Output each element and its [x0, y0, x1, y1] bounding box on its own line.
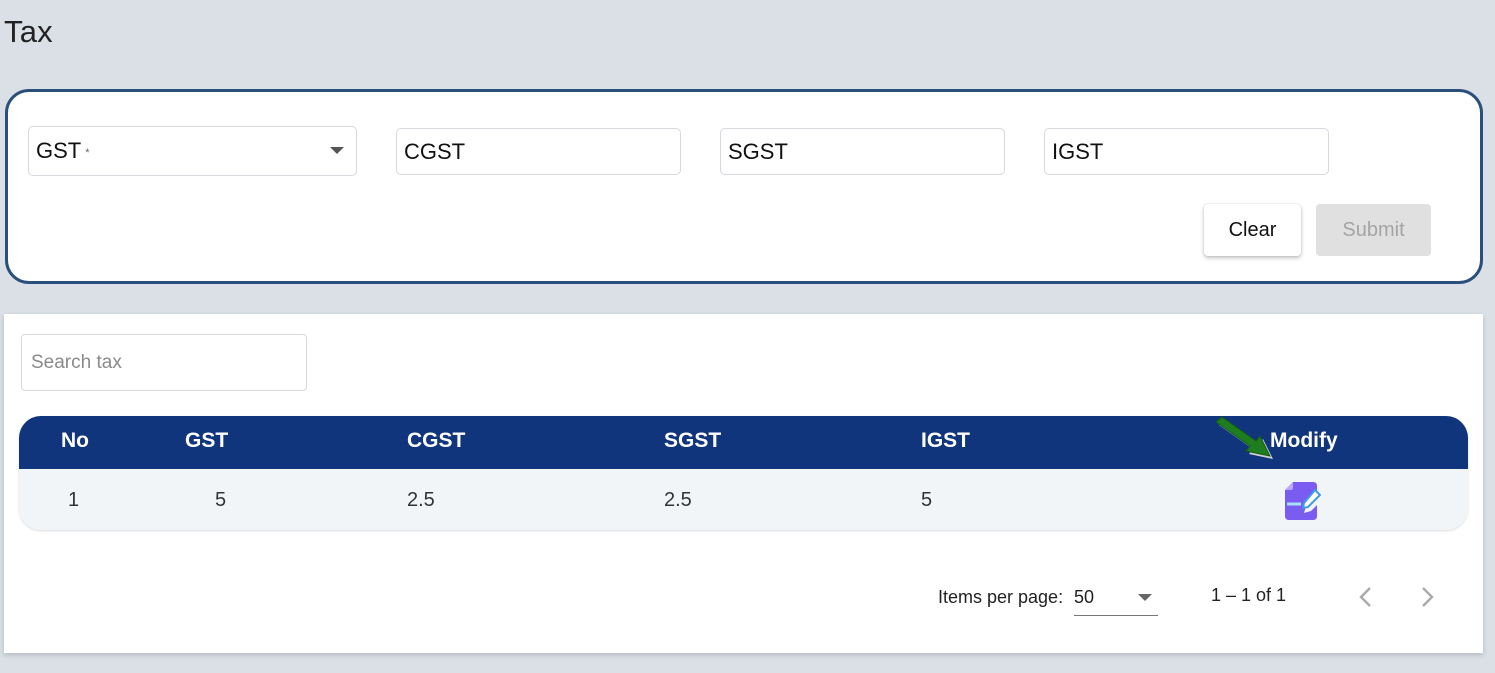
search-input-placeholder: Search tax [31, 351, 122, 373]
page-title: Tax [4, 14, 53, 49]
column-header-igst: IGST [921, 429, 971, 452]
column-header-gst: GST [185, 429, 229, 452]
submit-button[interactable]: Submit [1316, 204, 1431, 256]
cell-igst: 5 [921, 489, 933, 511]
edit-document-icon[interactable] [1285, 482, 1321, 520]
clear-button[interactable]: Clear [1204, 204, 1301, 256]
tax-form-card: GST * CGST SGST IGST Clear Submit [5, 89, 1483, 284]
chevron-down-icon [1138, 594, 1152, 601]
gst-select-label: GST [36, 138, 82, 163]
chevron-down-icon [330, 147, 344, 154]
table-row: 1 5 2.5 2.5 5 [19, 469, 1468, 530]
items-per-page-value: 50 [1074, 587, 1095, 607]
tax-table: No GST CGST SGST IGST Modify 1 5 2.5 2.5… [19, 416, 1468, 530]
items-per-page-select[interactable]: 50 [1074, 580, 1158, 616]
igst-input[interactable]: IGST [1044, 128, 1329, 175]
cell-sgst: 2.5 [664, 489, 692, 511]
cell-cgst: 2.5 [407, 489, 435, 511]
tax-list-card: Search tax No GST CGST SGST IGST Modify … [4, 314, 1483, 653]
gst-select[interactable]: GST * [28, 126, 357, 176]
next-page-button[interactable] [1410, 580, 1444, 614]
search-input[interactable]: Search tax [21, 334, 307, 391]
column-header-no: No [61, 429, 89, 452]
cgst-input[interactable]: CGST [396, 128, 681, 175]
required-marker: * [85, 147, 90, 159]
previous-page-button[interactable] [1350, 580, 1384, 614]
cell-gst: 5 [215, 489, 227, 511]
sgst-input[interactable]: SGST [720, 128, 1005, 175]
cgst-input-placeholder: CGST [404, 138, 466, 164]
items-per-page-label: Items per page: [938, 587, 1064, 607]
green-arrow-icon [1215, 416, 1273, 459]
column-header-sgst: SGST [664, 429, 722, 452]
igst-input-placeholder: IGST [1052, 138, 1104, 164]
cell-no: 1 [68, 489, 80, 511]
page-range-label: 1 – 1 of 1 [1211, 585, 1287, 605]
sgst-input-placeholder: SGST [728, 138, 788, 164]
column-header-cgst: CGST [407, 429, 466, 452]
